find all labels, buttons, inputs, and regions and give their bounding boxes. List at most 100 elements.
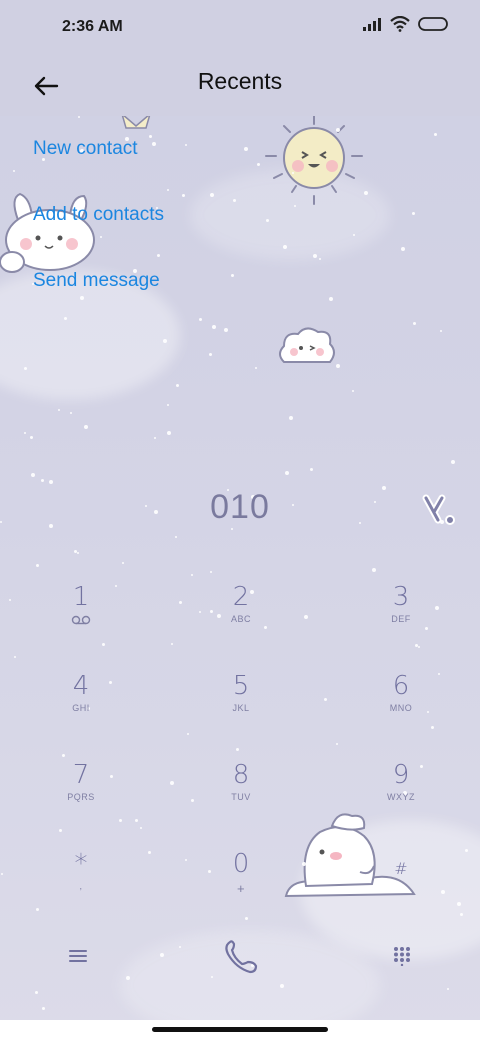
battery-icon [418, 17, 448, 31]
key-9[interactable]: 9 WXYZ [341, 760, 461, 830]
snow-dot [353, 234, 355, 236]
snow-dot [24, 432, 26, 434]
key-digit: 2 [232, 582, 250, 612]
key-1[interactable]: 1 [21, 582, 141, 652]
menu-icon [69, 950, 87, 962]
sun-illustration [265, 115, 363, 205]
snow-dot [149, 135, 152, 138]
snow-dot [266, 219, 269, 222]
snow-dot [148, 851, 151, 854]
key-4[interactable]: 4 GHI [21, 671, 141, 741]
key-digit: # [394, 859, 408, 878]
key-letters: + [236, 881, 246, 896]
key-digit: 1 [72, 582, 90, 612]
snow-dot [167, 189, 169, 191]
new-contact-link[interactable]: New contact [33, 138, 138, 160]
key-5[interactable]: 5 JKL [181, 671, 301, 741]
key-7[interactable]: 7 PQRS [21, 760, 141, 830]
snow-dot [231, 274, 234, 277]
key-digit: 0 [232, 849, 250, 879]
snow-dot [36, 564, 39, 567]
key-star[interactable]: * , [21, 849, 141, 919]
snow-dot [324, 698, 327, 701]
snow-dot [313, 254, 317, 258]
dialed-number: 010 [210, 488, 270, 526]
snow-dot [257, 163, 260, 166]
snow-dot [413, 322, 416, 325]
snow-dot [191, 574, 193, 576]
snow-dot [236, 748, 239, 751]
snow-dot [285, 471, 289, 475]
key-letters: JKL [232, 703, 250, 713]
add-to-contacts-link[interactable]: Add to contacts [33, 204, 164, 226]
snow-dot [160, 953, 164, 957]
key-letters: DEF [391, 614, 411, 624]
snow-dot [336, 128, 340, 132]
snow-dot [74, 550, 77, 553]
snow-dot [372, 568, 376, 572]
snow-dot [126, 976, 130, 980]
snow-dot [210, 571, 212, 573]
status-time: 2:36 AM [62, 18, 123, 35]
key-digit: 6 [392, 671, 410, 701]
snow-dot [283, 245, 287, 249]
snow-dot [224, 328, 228, 332]
signal-icon [363, 18, 381, 31]
call-button[interactable] [214, 934, 266, 978]
snow-dot [352, 390, 354, 392]
snow-dot [329, 297, 333, 301]
page-title: Recents [197, 68, 283, 94]
key-hash[interactable]: # [341, 849, 461, 919]
key-3[interactable]: 3 DEF [341, 582, 461, 652]
backspace-icon [422, 494, 455, 525]
snow-dot [209, 353, 212, 356]
snow-dot [42, 1007, 45, 1010]
key-letters: ABC [230, 614, 251, 624]
snow-dot [255, 367, 257, 369]
send-message-link[interactable]: Send message [33, 270, 160, 292]
snow-dot [364, 191, 368, 195]
snow-dot [182, 194, 185, 197]
status-bar: 2:36 AM [0, 0, 480, 56]
snow-dot [62, 754, 65, 757]
snow-dot [302, 862, 306, 866]
snow-dot [179, 946, 181, 948]
snow-dot [465, 849, 468, 852]
key-digit: 5 [232, 671, 250, 701]
snow-dot [294, 205, 296, 207]
snow-dot [100, 236, 102, 238]
key-2[interactable]: 2 ABC [181, 582, 301, 652]
dialpad-button[interactable] [378, 936, 426, 976]
snow-dot [244, 147, 248, 151]
voicemail-icon [71, 615, 91, 625]
menu-button[interactable] [54, 936, 102, 976]
snow-dot [154, 437, 156, 439]
bunny-illustration [0, 192, 95, 273]
snow-dot [440, 330, 442, 332]
phone-icon [225, 940, 258, 974]
snow-dot [175, 536, 177, 538]
snow-dot [199, 318, 202, 321]
snow-dot [24, 367, 27, 370]
snow-dot [157, 254, 160, 257]
key-0[interactable]: 0 + [181, 849, 301, 919]
snow-dot [1, 873, 3, 875]
backspace-button[interactable] [420, 490, 460, 530]
snow-dot [319, 258, 321, 260]
snow-dot [304, 357, 308, 361]
key-letters: PQRS [67, 792, 95, 802]
snow-dot [447, 988, 449, 990]
snow-dot [211, 976, 213, 978]
key-digit: 7 [72, 760, 90, 790]
snow-dot [84, 425, 88, 429]
snow-dot [412, 212, 415, 215]
key-letters: MNO [389, 703, 413, 713]
snow-dot [70, 412, 72, 414]
snow-dot [401, 247, 405, 251]
key-6[interactable]: 6 MNO [341, 671, 461, 741]
snow-dot [64, 317, 67, 320]
snow-dot [336, 364, 340, 368]
home-indicator[interactable] [152, 1027, 328, 1032]
key-8[interactable]: 8 TUV [181, 760, 301, 830]
snow-dot [451, 460, 455, 464]
